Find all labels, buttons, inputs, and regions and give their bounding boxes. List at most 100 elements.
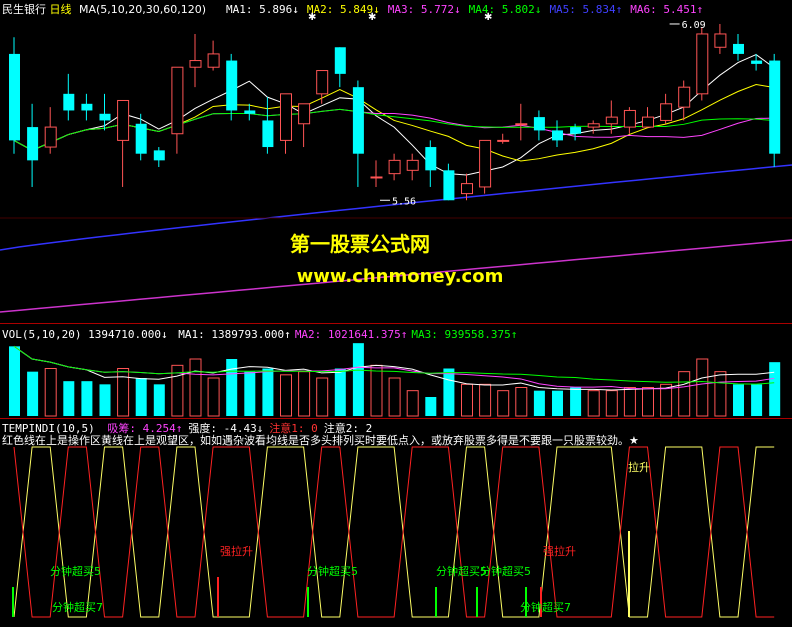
indicator-labels: 拉升强拉升 强拉升分钟超买5 分钟超买5 分钟超买5分钟超买5分钟超买7 分钟超买7 [50, 460, 650, 614]
vol-bar-34 [623, 387, 636, 417]
vol-bar-10 [189, 358, 202, 417]
star-marker-3: ✱ [484, 12, 492, 23]
vol-bar-15 [280, 374, 292, 417]
vol-bar-39 [714, 371, 727, 417]
signal-bar-2 [307, 587, 309, 617]
vol-bar-22 [406, 390, 419, 417]
candle-18 [334, 47, 346, 88]
candle-6 [117, 99, 130, 187]
candle-32 [587, 120, 600, 134]
candle-24 [443, 163, 455, 201]
vol-bar-18 [334, 368, 346, 416]
star-marker-1: ✱ [308, 12, 316, 23]
candle-22 [406, 153, 419, 181]
vol-bar-16 [298, 371, 311, 417]
vol-bar-2 [44, 368, 57, 417]
volume-chart [9, 343, 781, 417]
candle-34 [623, 107, 636, 134]
watermark-cn: 第一股票公式网 [290, 232, 430, 256]
signal-bar-3 [435, 587, 437, 617]
vol-bar-19 [352, 343, 364, 416]
vol-bar-42 [769, 362, 781, 416]
candle-37 [678, 80, 691, 121]
vol-bar-14 [262, 368, 274, 416]
star-marker-2: ✱ [368, 12, 376, 23]
candle-26 [479, 139, 492, 194]
vol-bar-23 [425, 397, 437, 416]
vol-bar-5 [99, 384, 111, 416]
candle-8 [153, 147, 165, 167]
candle-30 [552, 120, 563, 148]
indicator-chart: 拉升强拉升 强拉升分钟超买5 分钟超买5 分钟超买5分钟超买5分钟超买7 分钟超买7 [12, 446, 775, 618]
candle-16 [298, 103, 311, 148]
vol-bar-4 [81, 381, 93, 416]
signal-bar-4 [476, 587, 478, 617]
signal-bar-7 [628, 531, 630, 617]
vol-bar-40 [733, 384, 744, 416]
vol-bar-30 [552, 390, 563, 416]
vol-bar-28 [515, 387, 528, 417]
candle-17 [316, 70, 329, 104]
candle-9 [171, 66, 184, 154]
vol-bar-7 [135, 378, 147, 416]
candle-19 [352, 80, 364, 187]
vol-bar-37 [678, 371, 691, 417]
vol-bar-20 [370, 364, 383, 417]
vol-bar-32 [587, 390, 600, 417]
vol-bar-6 [117, 368, 130, 417]
candle-2 [44, 107, 57, 154]
candle-0 [9, 37, 20, 154]
vol-bar-31 [570, 387, 582, 416]
signal-markers: ✱ ✱ ✱ [308, 12, 492, 23]
candle-20 [370, 160, 383, 187]
candle-33 [605, 100, 618, 134]
candle-4 [81, 93, 93, 121]
vol-bar-11 [207, 377, 220, 417]
vol-bar-8 [153, 384, 165, 416]
candle-12 [226, 53, 238, 121]
vol-bar-13 [244, 371, 256, 416]
candle-21 [388, 153, 401, 181]
candle-7 [135, 113, 147, 161]
candle-39 [714, 23, 727, 54]
candle-11 [207, 40, 220, 71]
indicator-label-2: 强拉升 [543, 544, 576, 558]
indicator-label-0: 拉升 [628, 460, 650, 474]
vol-bar-12 [226, 359, 238, 416]
candle-42 [769, 53, 781, 167]
vol-bar-25 [461, 383, 473, 417]
candle-5 [99, 93, 111, 131]
vol-bar-29 [533, 390, 545, 416]
candle-23 [425, 140, 437, 187]
indicator-red-line [13, 446, 775, 618]
signal-bar-0 [12, 587, 14, 617]
watermark-url: www.chnmoney.com [296, 266, 504, 287]
price-annotations: 6.09 5.56 [380, 20, 706, 207]
indicator-label-3: 分钟超买5 [50, 564, 101, 578]
volume-bars [9, 343, 781, 417]
annotation-1: 5.56 [392, 196, 416, 207]
candle-38 [696, 27, 709, 101]
candle-35 [642, 107, 654, 128]
panel-divider-2 [0, 418, 792, 419]
vol-bar-24 [443, 368, 455, 416]
vol-bar-35 [642, 387, 654, 417]
candle-27 [497, 133, 510, 144]
candle-1 [27, 103, 39, 187]
indicator-yellow-line [13, 446, 775, 618]
vol-bar-21 [388, 377, 401, 417]
vol-bar-3 [63, 381, 75, 416]
signal-bar-1 [217, 577, 219, 617]
vol-bar-0 [9, 346, 20, 416]
vol-bar-1 [27, 371, 39, 416]
candles [9, 23, 781, 201]
vol-bar-41 [751, 384, 763, 416]
indicator-label-8: 分钟超买7 [520, 600, 571, 614]
candle-29 [533, 110, 545, 141]
annotation-0: 6.09 [682, 20, 706, 31]
candle-28 [515, 103, 528, 141]
candle-10 [189, 33, 202, 88]
indicator-label-4: 分钟超买5 [307, 564, 358, 578]
candle-15 [280, 93, 292, 154]
candle-36 [660, 93, 673, 124]
